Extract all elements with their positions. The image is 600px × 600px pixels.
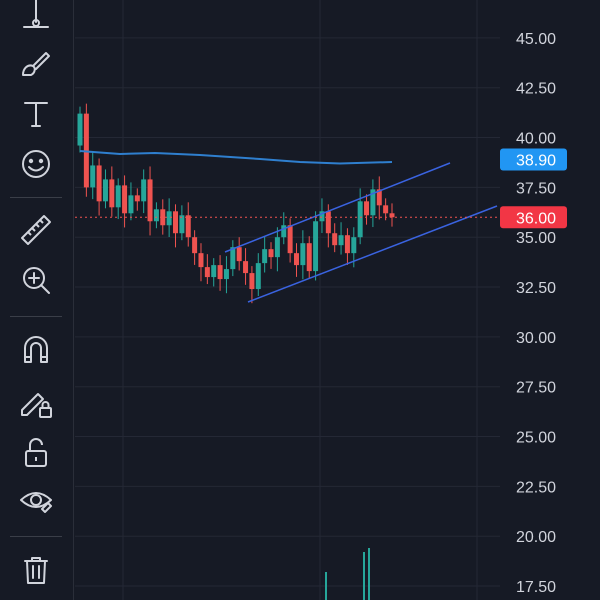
candle-body bbox=[357, 201, 363, 238]
candle-body bbox=[274, 237, 280, 258]
candle-body bbox=[204, 267, 210, 278]
candle-body bbox=[109, 179, 115, 208]
volume-bar bbox=[368, 548, 370, 600]
candle-body bbox=[77, 113, 83, 146]
candle-body bbox=[287, 225, 293, 254]
magnet-tool[interactable] bbox=[12, 328, 60, 372]
candle-body bbox=[243, 261, 249, 274]
price-axis-label: 27.50 bbox=[516, 380, 556, 397]
candle-body bbox=[166, 211, 172, 226]
candle-body bbox=[389, 213, 395, 218]
candle-body bbox=[255, 263, 261, 290]
current-price-tag-label: 36.00 bbox=[516, 210, 556, 227]
ma-price-tag-label: 38.90 bbox=[516, 152, 556, 169]
delete-tool-icon bbox=[24, 557, 48, 584]
price-axis-label: 22.50 bbox=[516, 479, 556, 496]
ruler-tool-icon bbox=[21, 215, 51, 245]
magnet-tool-icon bbox=[24, 336, 48, 363]
candle-body bbox=[198, 253, 204, 268]
toolbar-divider bbox=[10, 316, 62, 317]
brush-tool-icon bbox=[22, 52, 50, 76]
candle-body bbox=[128, 195, 134, 214]
price-axis-label: 42.50 bbox=[516, 81, 556, 98]
candle-body bbox=[249, 273, 255, 290]
volume-bar bbox=[363, 552, 365, 600]
candle-body bbox=[211, 265, 217, 278]
hide-drawings-tool[interactable] bbox=[12, 478, 60, 522]
candle-body bbox=[293, 253, 299, 266]
candle-body bbox=[90, 165, 96, 188]
candle-body bbox=[338, 235, 344, 246]
text-tool-icon bbox=[24, 102, 48, 127]
candle-body bbox=[236, 247, 242, 262]
ruler-tool[interactable] bbox=[12, 208, 60, 252]
hide-drawings-tool-icon bbox=[20, 492, 52, 513]
lock-drawing-tool-icon bbox=[21, 393, 52, 418]
candle-body bbox=[134, 195, 140, 202]
price-chart-area[interactable]: 45.00 42.50 40.00 37.50 35.00 32.50 30.00 27.50… bbox=[75, 0, 600, 600]
candle-body bbox=[306, 243, 312, 272]
candle-body bbox=[102, 179, 108, 202]
delete-tool[interactable] bbox=[12, 548, 60, 592]
volume-bar bbox=[325, 572, 327, 600]
price-axis-label: 17.50 bbox=[516, 579, 556, 596]
chart-app: 45.00 42.50 40.00 37.50 35.00 32.50 30.00 27.50… bbox=[0, 0, 600, 600]
toolbar-divider bbox=[10, 197, 62, 198]
zoom-in-tool-icon bbox=[23, 267, 50, 294]
price-axis-label: 45.00 bbox=[516, 31, 556, 48]
price-axis-label: 35.00 bbox=[516, 230, 556, 247]
zoom-in-tool[interactable] bbox=[12, 258, 60, 302]
candle-body bbox=[332, 233, 338, 246]
lock-drawing-tool[interactable] bbox=[12, 380, 60, 424]
text-tool[interactable] bbox=[12, 92, 60, 136]
candle-body bbox=[313, 221, 319, 272]
candle-body bbox=[96, 165, 102, 202]
candle-body bbox=[300, 243, 306, 266]
price-axis-label: 32.50 bbox=[516, 280, 556, 297]
candle-body bbox=[364, 201, 370, 216]
vertical-line-tool[interactable] bbox=[12, 0, 60, 36]
candle-body bbox=[179, 215, 185, 234]
drawing-toolbar bbox=[0, 0, 74, 600]
moving-average-line bbox=[79, 150, 393, 165]
candlestick-chart[interactable]: 45.00 42.50 40.00 37.50 35.00 32.50 30.00 27.50… bbox=[75, 0, 600, 600]
candle-body bbox=[122, 185, 128, 214]
candle-body bbox=[344, 235, 350, 254]
emoji-tool-icon bbox=[22, 150, 50, 178]
unlock-tool[interactable] bbox=[12, 430, 60, 474]
candle-body bbox=[115, 185, 121, 208]
candle-body bbox=[281, 225, 287, 238]
brush-tool[interactable] bbox=[12, 42, 60, 86]
candle-body bbox=[268, 249, 274, 258]
price-axis-label: 37.50 bbox=[516, 180, 556, 197]
candle-body bbox=[192, 237, 198, 254]
candle-body bbox=[262, 249, 268, 264]
candle-body bbox=[217, 265, 223, 280]
toolbar-divider bbox=[10, 536, 62, 537]
candle-body bbox=[173, 211, 179, 234]
candle-body bbox=[230, 247, 236, 270]
candle-body bbox=[325, 211, 331, 234]
candle-body bbox=[141, 179, 147, 202]
candle-body bbox=[383, 205, 389, 214]
candle-body bbox=[351, 237, 357, 254]
unlock-tool-icon bbox=[25, 438, 47, 467]
emoji-tool[interactable] bbox=[12, 142, 60, 186]
price-axis-label: 40.00 bbox=[516, 131, 556, 148]
price-axis-label: 20.00 bbox=[516, 529, 556, 546]
candle-body bbox=[147, 179, 153, 222]
vertical-line-tool-icon bbox=[23, 0, 49, 28]
price-axis-label: 25.00 bbox=[516, 430, 556, 447]
candle-body bbox=[223, 269, 229, 280]
candle-body bbox=[185, 215, 191, 238]
candle-body bbox=[153, 209, 159, 222]
channel-upper-line bbox=[224, 162, 451, 253]
price-axis-label: 30.00 bbox=[516, 330, 556, 347]
